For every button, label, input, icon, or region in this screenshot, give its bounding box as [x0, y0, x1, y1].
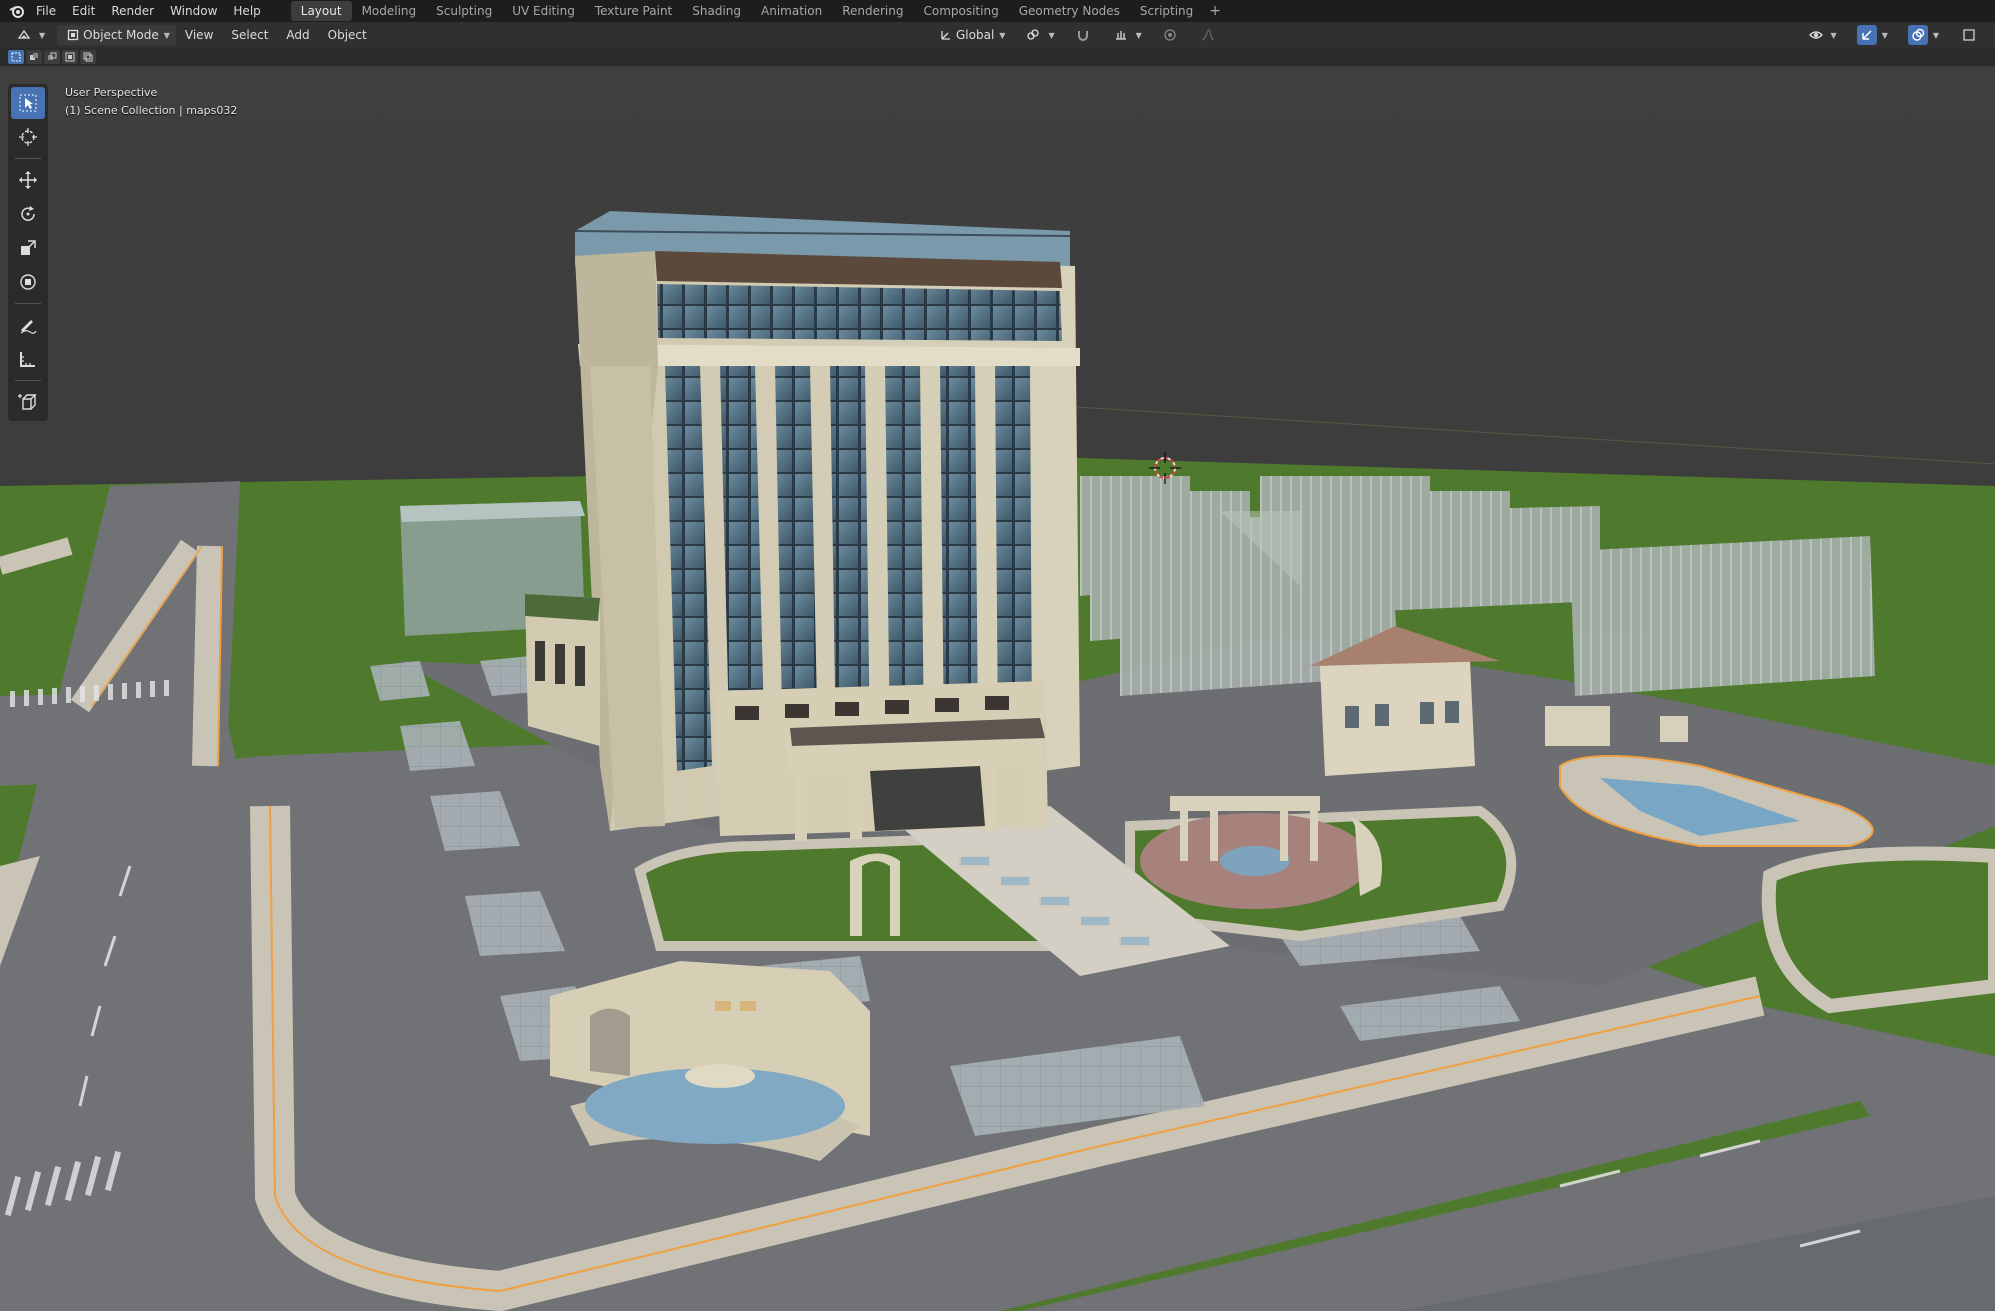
- menu-select[interactable]: Select: [222, 28, 277, 42]
- overlays-toggle[interactable]: ▼: [1902, 25, 1945, 45]
- object-mode-dropdown[interactable]: Object Mode ▼: [57, 25, 176, 45]
- xray-icon: [1959, 25, 1979, 45]
- menu-add[interactable]: Add: [277, 28, 318, 42]
- tab-sculpting[interactable]: Sculpting: [426, 1, 502, 21]
- snap-target-dropdown[interactable]: ▼: [1105, 25, 1148, 45]
- tab-modeling[interactable]: Modeling: [352, 1, 427, 21]
- add-cube-tool[interactable]: [11, 386, 45, 418]
- chevron-down-icon: ▼: [163, 30, 170, 40]
- select-subtract-icon[interactable]: [44, 50, 60, 64]
- chevron-down-icon: ▼: [1881, 30, 1888, 40]
- toolbar-divider: [15, 158, 41, 159]
- orientation-label: Global: [956, 28, 995, 42]
- menu-help[interactable]: Help: [225, 0, 268, 22]
- visibility-dropdown[interactable]: ▼: [1800, 25, 1843, 45]
- gizmo-toggle[interactable]: ▼: [1851, 25, 1894, 45]
- proportional-falloff-dropdown[interactable]: [1192, 25, 1224, 45]
- perspective-label: User Perspective: [65, 86, 158, 99]
- tab-shading[interactable]: Shading: [682, 1, 751, 21]
- chevron-down-icon: ▼: [999, 30, 1006, 40]
- orientation-axes-icon: [936, 25, 956, 45]
- toolbar-divider: [15, 380, 41, 381]
- snap-increment-icon: [1111, 25, 1131, 45]
- eye-icon: [1806, 25, 1826, 45]
- scale-icon: [21, 240, 36, 255]
- select-new-icon[interactable]: [8, 50, 24, 64]
- move-icon: [19, 171, 37, 189]
- menu-window[interactable]: Window: [162, 0, 225, 22]
- tool-shelf: [8, 84, 48, 421]
- viewport-display-controls: ▼ ▼ ▼: [1800, 25, 1985, 45]
- falloff-curve-icon: [1198, 25, 1218, 45]
- transform-tool[interactable]: [11, 266, 45, 298]
- transform-icon: [20, 274, 36, 290]
- menu-object[interactable]: Object: [319, 28, 376, 42]
- xray-toggle[interactable]: [1953, 25, 1985, 45]
- transform-orientation-dropdown[interactable]: Global ▼: [930, 25, 1011, 45]
- link-icon: [1023, 25, 1043, 45]
- select-intersect-icon[interactable]: [80, 50, 96, 64]
- select-extend-icon[interactable]: [26, 50, 42, 64]
- rotate-tool[interactable]: [11, 198, 45, 230]
- measure-ruler-icon: [20, 352, 35, 367]
- add-cube-icon: [18, 394, 37, 410]
- workspace-tabs: Layout Modeling Sculpting UV Editing Tex…: [290, 0, 1227, 22]
- add-workspace-button[interactable]: +: [1203, 3, 1227, 19]
- scene-render: [0, 66, 1995, 1311]
- move-tool[interactable]: [11, 164, 45, 196]
- cursor-tool[interactable]: [11, 121, 45, 153]
- overlays-icon: [1907, 25, 1928, 45]
- transform-controls: Global ▼ ▼ ▼: [930, 25, 1224, 45]
- tab-scripting[interactable]: Scripting: [1130, 1, 1203, 21]
- view3d-editor-icon: [14, 25, 34, 45]
- select-box-icon: [19, 94, 37, 112]
- collection-label: (1) Scene Collection | maps032: [65, 104, 238, 117]
- 3d-viewport[interactable]: [0, 66, 1995, 1311]
- object-mode-icon: [63, 25, 83, 45]
- tab-compositing[interactable]: Compositing: [913, 1, 1008, 21]
- menu-edit[interactable]: Edit: [64, 0, 103, 22]
- annotate-tool[interactable]: [11, 309, 45, 341]
- menu-view[interactable]: View: [176, 28, 222, 42]
- select-box-tool[interactable]: [11, 87, 45, 119]
- chevron-down-icon: ▼: [1830, 30, 1837, 40]
- annotate-pencil-icon: [20, 320, 37, 334]
- top-bar: File Edit Render Window Help Layout Mode…: [0, 0, 1995, 22]
- tab-rendering[interactable]: Rendering: [832, 1, 913, 21]
- snap-toggle[interactable]: [1067, 25, 1099, 45]
- cursor-icon: [19, 128, 37, 146]
- scale-tool[interactable]: [11, 232, 45, 264]
- toolbar-divider: [15, 303, 41, 304]
- gizmo-icon: [1856, 25, 1877, 45]
- menu-file[interactable]: File: [28, 0, 64, 22]
- chevron-down-icon: ▼: [1048, 30, 1055, 40]
- tab-layout[interactable]: Layout: [290, 1, 352, 21]
- editor-type-button[interactable]: ▼: [8, 25, 51, 45]
- proportional-edit-toggle[interactable]: [1154, 25, 1186, 45]
- tab-uv-editing[interactable]: UV Editing: [502, 1, 585, 21]
- tab-animation[interactable]: Animation: [751, 1, 832, 21]
- viewport-info: User Perspective (1) Scene Collection | …: [65, 84, 237, 120]
- chevron-down-icon: ▼: [39, 30, 46, 40]
- pivot-point-dropdown[interactable]: ▼: [1017, 25, 1060, 45]
- menu-render[interactable]: Render: [103, 0, 162, 22]
- blender-logo-icon[interactable]: [6, 0, 28, 22]
- magnet-icon: [1073, 25, 1093, 45]
- chevron-down-icon: ▼: [1135, 30, 1142, 40]
- chevron-down-icon: ▼: [1932, 30, 1939, 40]
- mode-label: Object Mode: [83, 28, 159, 42]
- viewport-header: ▼ Object Mode ▼ View Select Add Object G…: [0, 22, 1995, 48]
- select-invert-icon[interactable]: [62, 50, 78, 64]
- proportional-edit-icon: [1160, 25, 1180, 45]
- measure-tool[interactable]: [11, 343, 45, 375]
- tab-texture-paint[interactable]: Texture Paint: [585, 1, 682, 21]
- tab-geometry-nodes[interactable]: Geometry Nodes: [1009, 1, 1130, 21]
- selection-mode-bar: [0, 48, 1995, 66]
- rotate-icon: [21, 206, 35, 221]
